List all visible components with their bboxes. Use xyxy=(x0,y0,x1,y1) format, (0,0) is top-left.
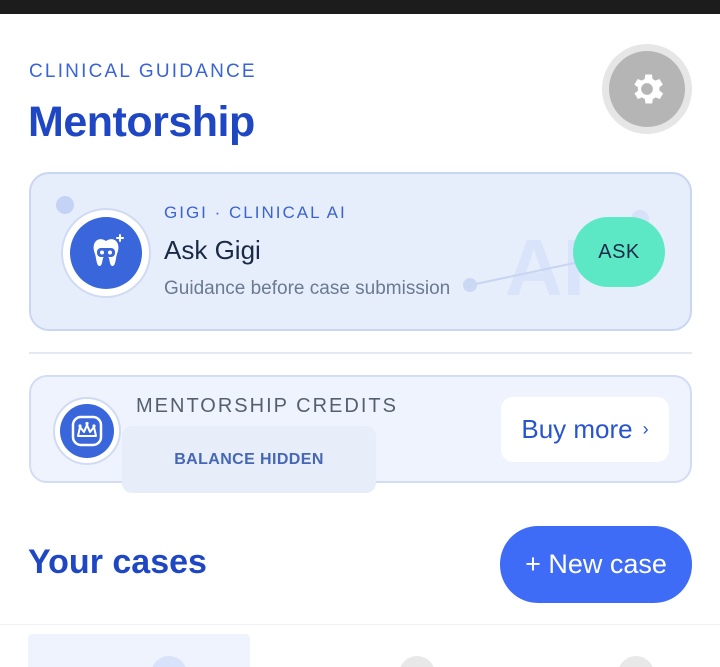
ai-card-subtitle: Guidance before case submission xyxy=(164,278,451,299)
gear-icon xyxy=(634,74,664,104)
ai-card-title: Ask Gigi xyxy=(164,235,261,265)
crown-icon xyxy=(71,415,103,447)
your-cases-title: Your cases xyxy=(28,543,207,581)
credits-icon-circle xyxy=(60,404,114,458)
robot-tooth-icon xyxy=(93,234,124,266)
credits-icon-badge xyxy=(53,397,121,465)
gigi-avatar-circle xyxy=(70,217,142,289)
section-eyebrow: CLINICAL GUIDANCE xyxy=(29,61,257,82)
case-filter-tab[interactable] xyxy=(28,634,250,667)
chevron-right-icon: › xyxy=(642,419,649,439)
decorative-dot xyxy=(56,196,74,214)
credits-label: MENTORSHIP CREDITS xyxy=(136,395,398,417)
status-bar xyxy=(0,0,720,14)
buy-more-label: Buy more xyxy=(521,414,633,444)
decorative-dot xyxy=(463,278,477,292)
tab-indicator-dot xyxy=(618,656,654,667)
new-case-button[interactable]: + New case xyxy=(500,526,692,603)
ai-tag-label: GIGI · CLINICAL AI xyxy=(164,203,347,222)
buy-more-button[interactable]: Buy more › xyxy=(501,397,669,462)
settings-button[interactable] xyxy=(602,44,692,134)
settings-button-inner xyxy=(609,51,685,127)
ask-button[interactable]: ASK xyxy=(573,217,665,287)
section-divider xyxy=(0,624,720,625)
page-title: Mentorship xyxy=(28,98,255,146)
mentorship-credits-card: MENTORSHIP CREDITS BALANCE HIDDEN Buy mo… xyxy=(29,375,692,493)
balance-hidden-pill[interactable]: BALANCE HIDDEN xyxy=(122,426,376,493)
tab-indicator-dot xyxy=(399,656,435,667)
gigi-avatar xyxy=(61,208,151,298)
divider xyxy=(29,352,692,354)
ask-gigi-card[interactable]: AI GIGI · CLINICAL AI Ask Gigi Guidance … xyxy=(29,172,692,331)
